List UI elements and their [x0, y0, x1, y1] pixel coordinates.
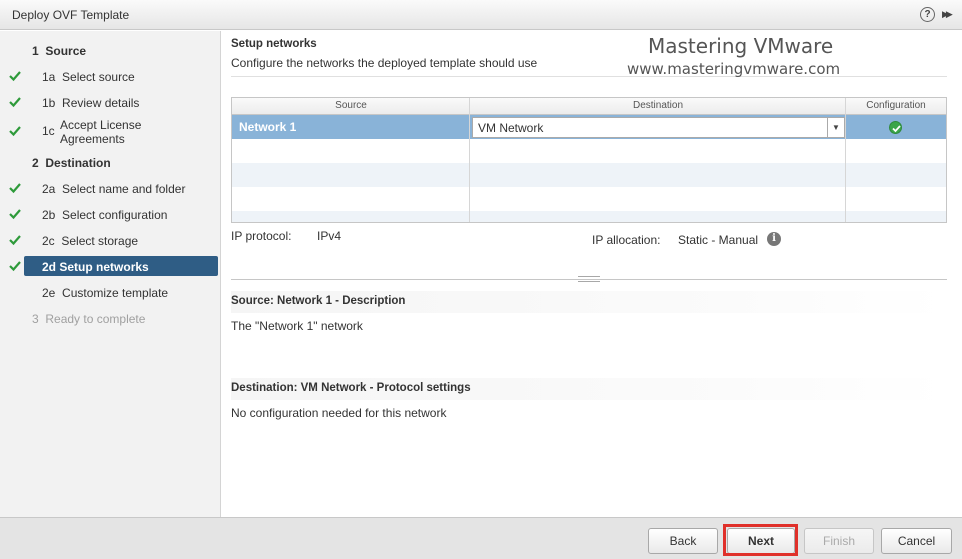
- chevron-down-icon[interactable]: ▼: [827, 118, 844, 137]
- check-icon: [9, 209, 21, 220]
- step-number: 1c: [42, 124, 55, 138]
- window-title: Deploy OVF Template: [12, 8, 130, 22]
- back-button[interactable]: Back: [648, 528, 718, 554]
- page-title: Setup networks: [231, 38, 317, 50]
- source-network-cell: Network 1: [239, 120, 297, 134]
- cancel-button[interactable]: Cancel: [881, 528, 952, 554]
- table-row-empty: [232, 139, 946, 163]
- next-button-highlight-box: [723, 524, 798, 556]
- step-1c-accept-license[interactable]: 1c Accept License Agreements: [0, 118, 221, 148]
- wizard-steps-sidebar: 1 Source 1a Select source 1b Review deta…: [0, 31, 221, 517]
- info-icon[interactable]: i: [767, 232, 781, 246]
- step-2e-customize-template[interactable]: 2e Customize template: [0, 282, 221, 304]
- step-label: Accept License Agreements: [60, 118, 142, 146]
- column-header-source[interactable]: Source: [232, 100, 470, 111]
- step-label: 2b Select configuration: [42, 208, 168, 222]
- watermark-url: www.masteringvmware.com: [627, 60, 841, 78]
- step-2a-select-name-folder[interactable]: 2a Select name and folder: [0, 178, 221, 200]
- column-divider: [845, 98, 846, 222]
- step-label: 2a Select name and folder: [42, 182, 186, 196]
- finish-button: Finish: [804, 528, 874, 554]
- step-1-source[interactable]: 1 Source: [0, 40, 221, 62]
- step-label: 2e Customize template: [42, 286, 169, 300]
- ip-allocation-label: IP allocation:: [592, 233, 661, 247]
- destination-settings-body: No configuration needed for this network: [231, 406, 447, 420]
- table-row-empty: [232, 163, 946, 187]
- step-label: 1b Review details: [42, 96, 140, 110]
- expand-icon[interactable]: ▶▶: [942, 7, 956, 22]
- check-icon: [9, 235, 21, 246]
- step-2b-select-configuration[interactable]: 2b Select configuration: [0, 204, 221, 226]
- ip-protocol-value: IPv4: [317, 229, 342, 243]
- step-1a-select-source[interactable]: 1a Select source: [0, 66, 221, 88]
- grid-header: Source Destination Configuration: [232, 98, 946, 115]
- check-icon: [9, 126, 21, 137]
- watermark-title: Mastering VMware: [648, 34, 834, 58]
- column-header-configuration[interactable]: Configuration: [846, 100, 946, 111]
- page-subtitle: Configure the networks the deployed temp…: [231, 56, 538, 70]
- title-bar: Deploy OVF Template ? ▶▶: [0, 0, 962, 30]
- wizard-footer: Back Next Finish Cancel: [0, 517, 962, 559]
- destination-network-value: VM Network: [478, 121, 544, 135]
- step-3-ready-to-complete: 3 Ready to complete: [0, 308, 221, 330]
- network-mapping-grid: Source Destination Configuration Network…: [231, 97, 947, 223]
- column-divider: [469, 98, 470, 222]
- destination-settings-title: Destination: VM Network - Protocol setti…: [231, 378, 947, 400]
- help-icon[interactable]: ?: [920, 7, 935, 22]
- step-label: 2 Destination: [32, 156, 111, 170]
- step-label: 1 Source: [32, 44, 87, 58]
- table-row-empty: [232, 187, 946, 211]
- check-icon: [9, 97, 21, 108]
- check-icon: [9, 261, 21, 272]
- step-1b-review-details[interactable]: 1b Review details: [0, 92, 221, 114]
- check-icon: [9, 71, 21, 82]
- column-header-destination[interactable]: Destination: [470, 100, 846, 111]
- source-description-body: The "Network 1" network: [231, 319, 363, 333]
- ip-allocation-value: Static - Manual: [678, 233, 759, 247]
- step-2d-setup-networks[interactable]: 2d Setup networks: [0, 256, 221, 278]
- table-row-empty: [232, 211, 946, 222]
- status-ok-icon: [889, 121, 902, 134]
- step-label: 3 Ready to complete: [32, 312, 146, 326]
- step-label: 1a Select source: [42, 70, 135, 84]
- check-icon: [9, 183, 21, 194]
- destination-network-select[interactable]: VM Network ▼: [472, 117, 845, 138]
- splitter-grip-icon[interactable]: [578, 276, 600, 282]
- step-2-destination[interactable]: 2 Destination: [0, 152, 221, 174]
- step-2c-select-storage[interactable]: 2c Select storage: [0, 230, 221, 252]
- step-label: 2c Select storage: [42, 234, 139, 248]
- step-label: 2d Setup networks: [42, 260, 149, 274]
- source-description-title: Source: Network 1 - Description: [231, 291, 947, 313]
- table-row[interactable]: Network 1 VM Network ▼: [232, 115, 946, 139]
- ip-protocol-label: IP protocol:: [231, 229, 292, 243]
